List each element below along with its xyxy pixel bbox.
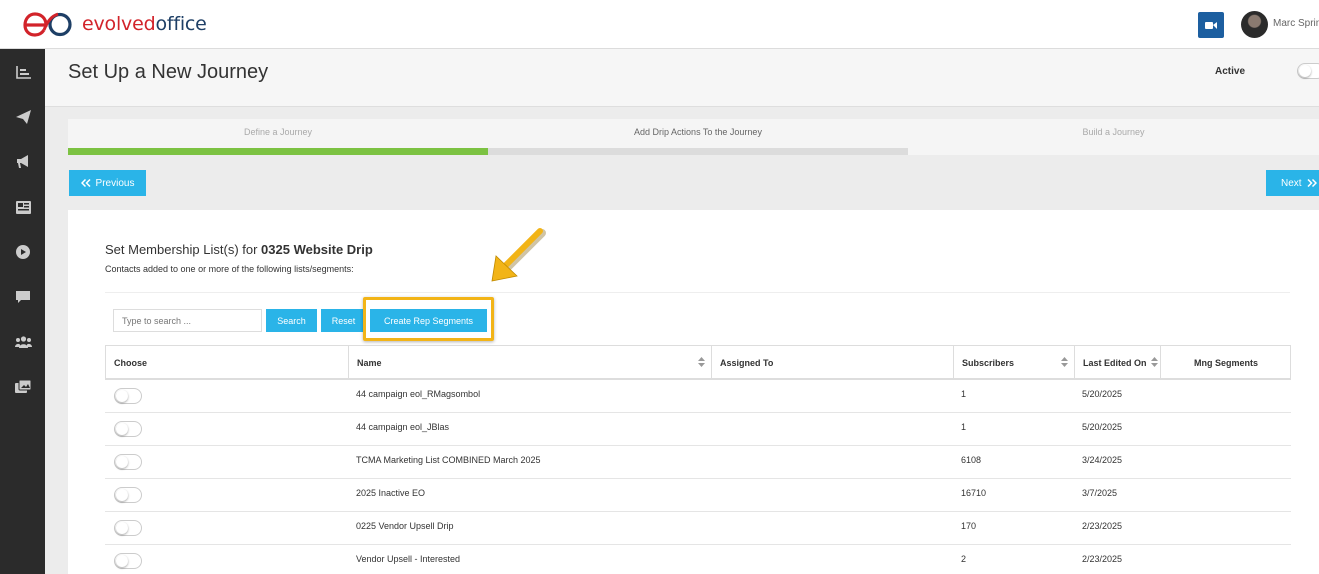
table-row: 0225 Vendor Upsell Drip 170 2/23/2025 (105, 512, 1291, 545)
double-chevron-right-icon (1307, 179, 1317, 187)
next-button[interactable]: Next (1266, 170, 1319, 196)
avatar[interactable] (1241, 11, 1268, 38)
list-name: 44 campaign eol_JBlas (356, 422, 450, 432)
users-icon (14, 336, 32, 348)
last-edited: 3/24/2025 (1082, 455, 1123, 465)
logo-text: evolvedoffice (82, 13, 207, 35)
column-choose: Choose (106, 346, 349, 379)
list-name: 2025 Inactive EO (356, 488, 426, 498)
last-edited: 2/23/2025 (1082, 554, 1123, 564)
sort-icon (698, 357, 705, 367)
list-name: TCMA Marketing List COMBINED March 2025 (356, 455, 541, 465)
step-label: Define a Journey (243, 127, 313, 137)
table-row: TCMA Marketing List COMBINED March 2025 … (105, 446, 1291, 479)
choose-toggle[interactable] (114, 421, 142, 437)
step-build-journey[interactable]: Build a Journey (908, 119, 1319, 155)
previous-label: Previous (95, 177, 135, 189)
step-add-drip-actions[interactable]: Add Drip Actions To the Journey (488, 119, 908, 155)
sort-icon (1061, 357, 1068, 367)
sidebar (0, 49, 45, 574)
table-row: Vendor Upsell - Interested 2 2/23/2025 (105, 545, 1291, 574)
megaphone-icon (16, 155, 28, 168)
search-input[interactable] (113, 309, 262, 332)
list-name: Vendor Upsell - Interested (356, 554, 461, 564)
journey-steps: Define a Journey Add Drip Actions To the… (68, 119, 1319, 155)
step-label: Add Drip Actions To the Journey (634, 127, 762, 137)
paper-plane-icon (15, 110, 31, 124)
membership-card: Set Membership List(s) for 0325 Website … (68, 210, 1319, 574)
column-assigned-to: Assigned To (712, 346, 954, 379)
step-progress-bar (68, 148, 488, 155)
column-mng-segments: Mng Segments (1193, 357, 1258, 368)
video-camera-icon (1205, 21, 1217, 29)
create-rep-segments-button[interactable]: Create Rep Segments (370, 309, 487, 332)
search-button[interactable]: Search (266, 309, 317, 332)
sidebar-item-campaigns[interactable] (13, 107, 33, 127)
sidebar-item-media[interactable] (13, 377, 33, 397)
list-name: 0225 Vendor Upsell Drip (356, 521, 454, 531)
column-subscribers[interactable]: Subscribers (954, 346, 1075, 379)
chat-bubble-icon (16, 291, 30, 303)
choose-toggle[interactable] (114, 388, 142, 404)
sidebar-item-contacts[interactable] (13, 332, 33, 352)
user-name[interactable]: Marc Sprin (1273, 18, 1319, 29)
table-row: 44 campaign eol_RMagsombol 1 5/20/2025 (105, 380, 1291, 413)
step-progress-bar (488, 148, 908, 155)
card-title: Set Membership List(s) for 0325 Website … (105, 242, 373, 257)
last-edited: 2/23/2025 (1082, 521, 1123, 531)
journey-name: 0325 Website Drip (261, 242, 373, 257)
subscribers: 16710 (961, 488, 987, 498)
column-last-edited-on[interactable]: Last Edited On (1075, 346, 1161, 379)
sidebar-item-reports[interactable] (13, 62, 33, 82)
play-circle-icon (16, 245, 30, 259)
newspaper-icon (15, 200, 31, 214)
images-icon (15, 380, 31, 393)
top-bar: evolvedoffice Marc Sprin (0, 0, 1319, 49)
subscribers: 1 (961, 389, 967, 399)
logo[interactable]: evolvedoffice (22, 10, 207, 38)
last-edited: 3/7/2025 (1082, 488, 1118, 498)
table-header: Choose Name Assigned To Subscribers Last… (105, 345, 1291, 380)
list-name: 44 campaign eol_RMagsombol (356, 389, 481, 399)
choose-toggle[interactable] (114, 487, 142, 503)
choose-toggle[interactable] (114, 454, 142, 470)
reset-button[interactable]: Reset (321, 309, 366, 332)
subscribers: 2 (961, 554, 967, 564)
page-title: Set Up a New Journey (68, 61, 269, 83)
active-label: Active (1215, 66, 1246, 77)
table-row: 2025 Inactive EO 16710 3/7/2025 (105, 479, 1291, 512)
previous-button[interactable]: Previous (69, 170, 146, 196)
page-header: Set Up a New Journey Active x (45, 49, 1319, 107)
choose-toggle[interactable] (114, 520, 142, 536)
table-row: 44 campaign eol_JBlas 1 5/20/2025 (105, 413, 1291, 446)
last-edited: 5/20/2025 (1082, 422, 1123, 432)
active-toggle[interactable] (1297, 63, 1319, 79)
subscribers: 170 (961, 521, 977, 531)
column-name[interactable]: Name (349, 346, 712, 379)
card-subtitle: Contacts added to one or more of the fol… (105, 264, 354, 274)
double-chevron-left-icon (80, 179, 91, 187)
video-button[interactable] (1198, 12, 1224, 38)
subscribers: 1 (961, 422, 967, 432)
sidebar-item-videos[interactable] (13, 242, 33, 262)
last-edited: 5/20/2025 (1082, 389, 1123, 399)
choose-toggle[interactable] (114, 553, 142, 569)
next-label: Next (1281, 177, 1302, 189)
arrow-annotation-icon (491, 228, 546, 282)
step-define-journey[interactable]: Define a Journey (68, 119, 488, 155)
bar-chart-icon (15, 65, 31, 79)
sidebar-item-marketing[interactable] (13, 152, 33, 172)
sort-icon (1151, 357, 1158, 367)
sidebar-item-newsletters[interactable] (13, 197, 33, 217)
eo-logo-mark-icon (23, 12, 72, 37)
subscribers: 6108 (961, 455, 982, 465)
divider (105, 292, 1290, 293)
step-label: Build a Journey (1082, 127, 1145, 137)
sidebar-item-messages[interactable] (13, 287, 33, 307)
